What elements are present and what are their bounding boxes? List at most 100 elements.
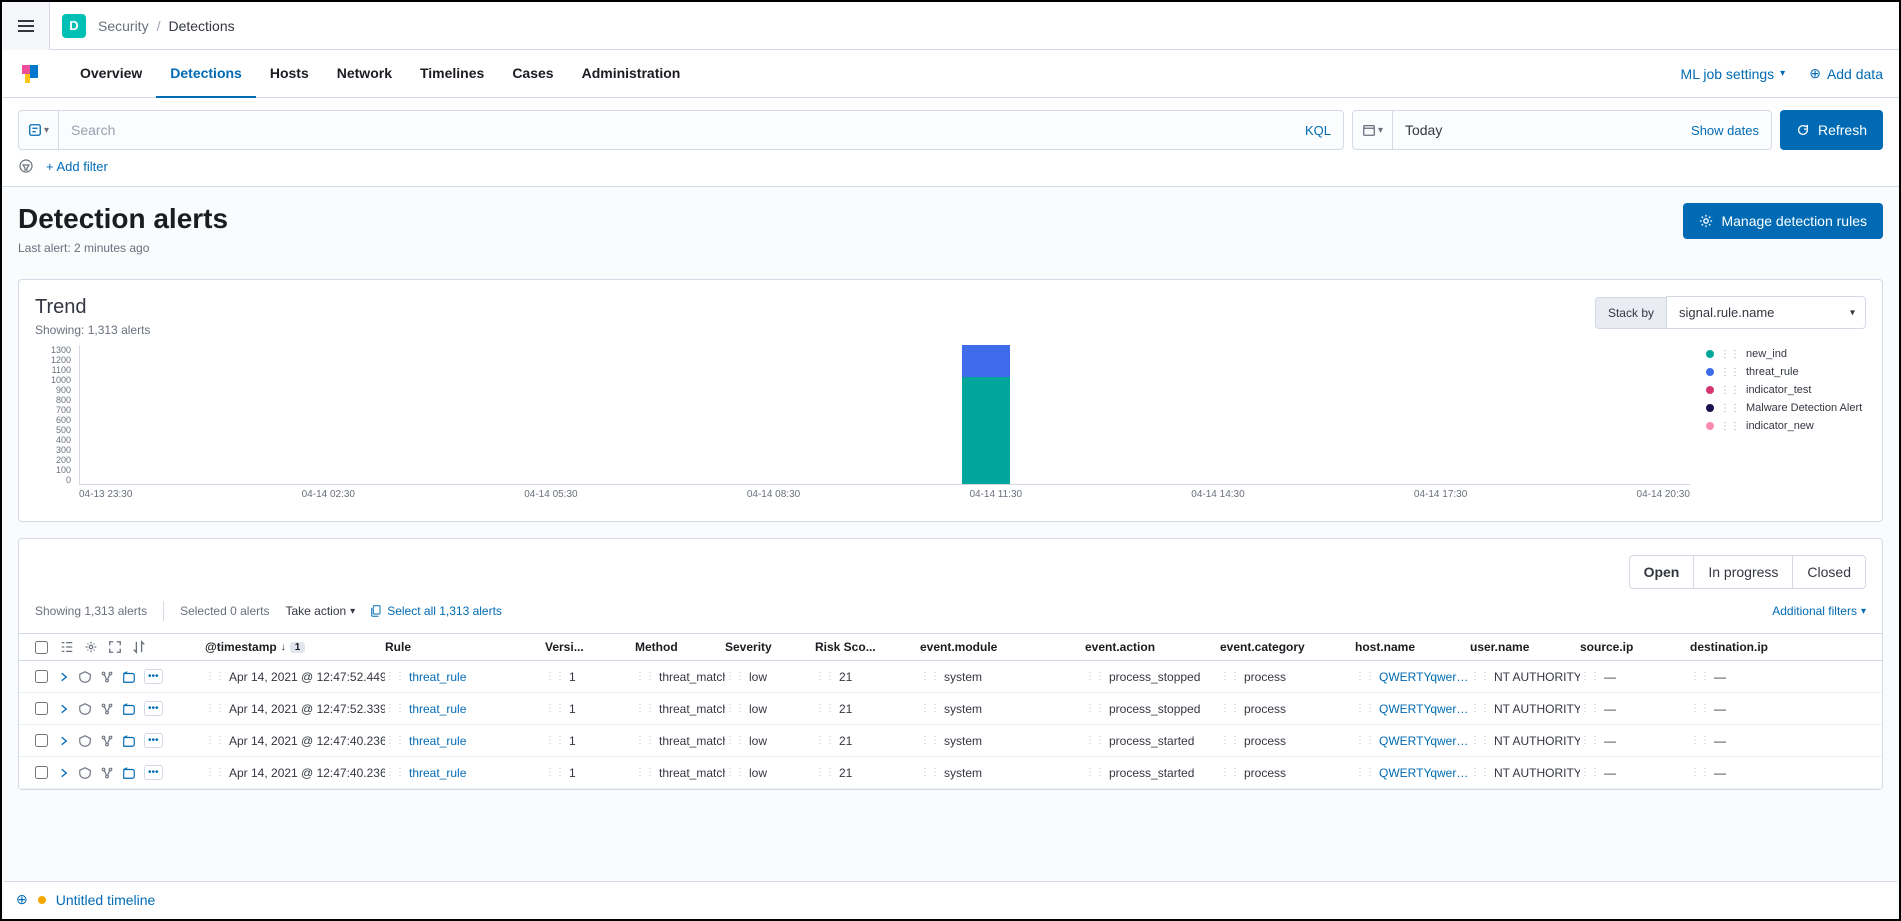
rule-link[interactable]: threat_rule — [409, 766, 466, 780]
expand-row-icon[interactable] — [58, 767, 70, 779]
tab-timelines[interactable]: Timelines — [406, 50, 498, 98]
col-header-risk[interactable]: Risk Sco... — [815, 640, 920, 654]
grip-icon: ⋮⋮ — [1690, 767, 1710, 778]
grip-icon: ⋮⋮ — [815, 703, 835, 714]
grip-icon: ⋮⋮ — [1580, 671, 1600, 682]
grip-icon: ⋮⋮ — [815, 671, 835, 682]
status-tab-inprogress[interactable]: In progress — [1694, 556, 1793, 588]
col-header-destination-ip[interactable]: destination.ip — [1690, 640, 1800, 654]
tab-hosts[interactable]: Hosts — [256, 50, 323, 98]
host-link[interactable]: QWERTYqwerty... — [1379, 702, 1470, 716]
rule-link[interactable]: threat_rule — [409, 670, 466, 684]
fullscreen-icon[interactable] — [108, 640, 122, 654]
expand-row-icon[interactable] — [58, 703, 70, 715]
table-row: •••⋮⋮Apr 14, 2021 @ 12:47:40.236⋮⋮threat… — [19, 725, 1882, 757]
table-row: •••⋮⋮Apr 14, 2021 @ 12:47:52.339⋮⋮threat… — [19, 693, 1882, 725]
more-actions-icon[interactable]: ••• — [144, 701, 163, 716]
row-checkbox[interactable] — [35, 734, 48, 747]
manage-detection-rules-button[interactable]: Manage detection rules — [1683, 203, 1883, 239]
timeline-title[interactable]: Untitled timeline — [56, 892, 156, 908]
grip-icon: ⋮⋮ — [385, 671, 405, 682]
expand-row-icon[interactable] — [58, 671, 70, 683]
status-tab-open[interactable]: Open — [1630, 556, 1695, 588]
space-selector[interactable]: D — [62, 14, 86, 38]
col-header-rule[interactable]: Rule — [385, 640, 545, 654]
show-dates-button[interactable]: Show dates — [1679, 111, 1771, 149]
rule-link[interactable]: threat_rule — [409, 734, 466, 748]
investigate-timeline-icon[interactable] — [122, 702, 136, 716]
page-subtitle: Last alert: 2 minutes ago — [18, 241, 228, 255]
nav-toggle-button[interactable] — [2, 2, 50, 50]
tab-detections[interactable]: Detections — [156, 50, 256, 98]
grip-icon: ⋮⋮ — [1470, 767, 1490, 778]
date-picker-button[interactable]: ▾ — [1353, 111, 1393, 149]
tab-administration[interactable]: Administration — [568, 50, 695, 98]
legend-item[interactable]: ⋮⋮Malware Detection Alert — [1706, 399, 1866, 417]
grip-icon: ⋮⋮ — [1085, 703, 1105, 714]
row-checkbox[interactable] — [35, 702, 48, 715]
search-input[interactable] — [59, 111, 1293, 149]
col-header-severity[interactable]: Severity — [725, 640, 815, 654]
investigate-timeline-icon[interactable] — [122, 670, 136, 684]
field-browser-icon[interactable] — [84, 640, 98, 654]
host-link[interactable]: QWERTYqwerty... — [1379, 766, 1470, 780]
host-link[interactable]: QWERTYqwerty... — [1379, 670, 1470, 684]
additional-filters-dropdown[interactable]: Additional filters▾ — [1772, 604, 1866, 618]
col-header-event-category[interactable]: event.category — [1220, 640, 1355, 654]
more-actions-icon[interactable]: ••• — [144, 733, 163, 748]
row-checkbox[interactable] — [35, 766, 48, 779]
col-header-source-ip[interactable]: source.ip — [1580, 640, 1690, 654]
ml-job-settings-button[interactable]: ML job settings ▾ — [1681, 66, 1786, 82]
add-filter-button[interactable]: + Add filter — [46, 159, 108, 174]
col-header-host-name[interactable]: host.name — [1355, 640, 1470, 654]
legend-item[interactable]: ⋮⋮indicator_new — [1706, 417, 1866, 435]
event-rendered-view-icon[interactable] — [60, 640, 74, 654]
timeline-footer[interactable]: ⊕ Untitled timeline — [4, 881, 1897, 917]
legend-item[interactable]: ⋮⋮indicator_test — [1706, 381, 1866, 399]
more-actions-icon[interactable]: ••• — [144, 669, 163, 684]
kql-toggle[interactable]: KQL — [1293, 111, 1343, 149]
breadcrumb-app[interactable]: Security — [98, 18, 149, 34]
col-header-timestamp[interactable]: @timestamp — [205, 640, 277, 654]
col-header-user-name[interactable]: user.name — [1470, 640, 1580, 654]
row-checkbox[interactable] — [35, 670, 48, 683]
grip-icon: ⋮⋮ — [725, 703, 745, 714]
tab-overview[interactable]: Overview — [66, 50, 156, 98]
stack-by-select[interactable]: signal.rule.name ▾ — [1666, 296, 1866, 329]
select-all-alerts-button[interactable]: Select all 1,313 alerts — [371, 604, 502, 618]
col-header-version[interactable]: Versi... — [545, 640, 635, 654]
col-header-method[interactable]: Method — [635, 640, 725, 654]
col-header-event-action[interactable]: event.action — [1085, 640, 1220, 654]
select-all-checkbox[interactable] — [35, 641, 48, 654]
expand-row-icon[interactable] — [58, 735, 70, 747]
grip-icon: ⋮⋮ — [545, 703, 565, 714]
tab-network[interactable]: Network — [323, 50, 406, 98]
legend-item[interactable]: ⋮⋮new_ind — [1706, 345, 1866, 363]
investigate-timeline-icon[interactable] — [122, 734, 136, 748]
sort-fields-icon[interactable] — [132, 640, 146, 654]
rule-link[interactable]: threat_rule — [409, 702, 466, 716]
more-actions-icon[interactable]: ••• — [144, 765, 163, 780]
view-details-icon[interactable] — [78, 702, 92, 716]
tab-cases[interactable]: Cases — [498, 50, 567, 98]
trend-chart[interactable]: 1300120011001000900800700600500400300200… — [35, 345, 1690, 505]
search-filter-options-button[interactable]: ▾ — [19, 111, 59, 149]
refresh-button[interactable]: Refresh — [1780, 110, 1883, 150]
add-data-button[interactable]: ⊕ Add data — [1809, 65, 1883, 82]
add-timeline-icon[interactable]: ⊕ — [16, 891, 28, 908]
col-header-event-module[interactable]: event.module — [920, 640, 1085, 654]
view-details-icon[interactable] — [78, 670, 92, 684]
date-range-value[interactable]: Today — [1393, 111, 1679, 149]
host-link[interactable]: QWERTYqwerty... — [1379, 734, 1470, 748]
view-details-icon[interactable] — [78, 766, 92, 780]
status-tab-closed[interactable]: Closed — [1793, 556, 1865, 588]
take-action-dropdown[interactable]: Take action▾ — [285, 604, 355, 618]
view-details-icon[interactable] — [78, 734, 92, 748]
analyze-event-icon[interactable] — [100, 670, 114, 684]
investigate-timeline-icon[interactable] — [122, 766, 136, 780]
legend-item[interactable]: ⋮⋮threat_rule — [1706, 363, 1866, 381]
analyze-event-icon[interactable] — [100, 766, 114, 780]
filter-options-icon[interactable] — [18, 158, 34, 174]
analyze-event-icon[interactable] — [100, 734, 114, 748]
analyze-event-icon[interactable] — [100, 702, 114, 716]
